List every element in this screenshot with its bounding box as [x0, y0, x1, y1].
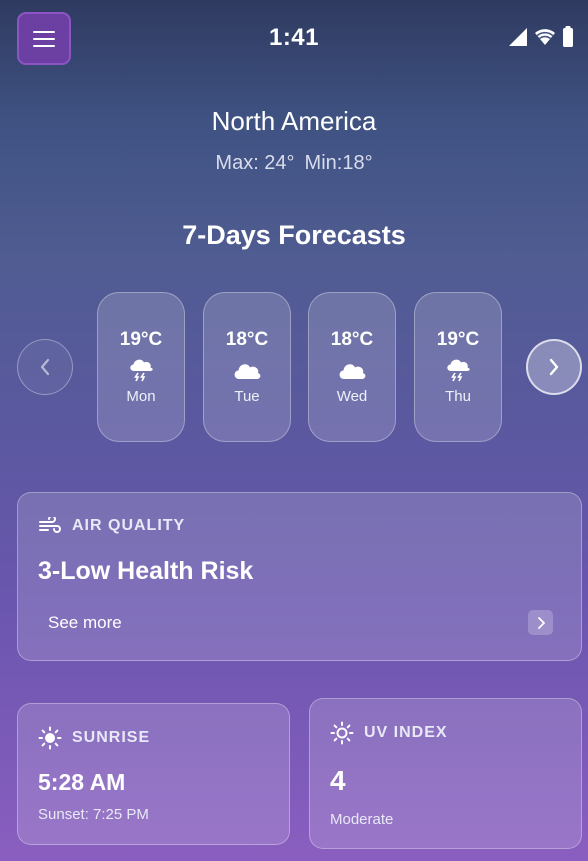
forecast-title: 7-Days Forecasts	[182, 220, 406, 250]
sunrise-card: SUNRISE 5:28 AM Sunset: 7:25 PM	[17, 703, 290, 845]
uv-index-label: UV INDEX	[364, 724, 448, 741]
air-quality-label: AIR QUALITY	[72, 517, 186, 534]
sunset-time: Sunset: 7:25 PM	[38, 806, 149, 823]
forecast-day-card[interactable]: 18°C Tue	[203, 292, 291, 442]
status-icons	[508, 26, 574, 48]
forecast-day-card[interactable]: 18°C Wed	[308, 292, 396, 442]
day-temperature: 19°C	[436, 329, 480, 350]
chevron-left-icon	[40, 358, 50, 376]
battery-icon	[563, 26, 573, 47]
status-time: 1:41	[268, 24, 320, 51]
chevron-right-icon	[549, 358, 559, 376]
uv-index-level: Moderate	[330, 811, 394, 828]
air-quality-card: AIR QUALITY 3-Low Health Risk See more	[17, 492, 582, 661]
uv-index-card: UV INDEX 4 Moderate	[309, 698, 582, 849]
wind-icon	[39, 517, 61, 533]
day-name: Tue	[234, 388, 260, 405]
day-name: Mon	[126, 388, 156, 405]
wifi-icon	[535, 29, 555, 45]
location-name: North America	[211, 106, 377, 136]
min-temperature: Min:18°	[304, 152, 373, 174]
sunrise-time: 5:28 AM	[38, 769, 126, 795]
forecast-day-card[interactable]: 19°C Mon	[97, 292, 185, 442]
chevron-right-icon	[537, 616, 545, 629]
forecast-prev-button[interactable]	[17, 339, 73, 395]
day-name: Thu	[445, 388, 471, 405]
sun-outline-icon	[330, 721, 354, 745]
day-name: Wed	[336, 388, 368, 405]
uv-index-value: 4	[330, 765, 346, 796]
cloud-icon	[337, 357, 367, 383]
thunderstorm-icon	[444, 357, 472, 383]
day-temperature: 18°C	[330, 329, 374, 350]
air-quality-header: AIR QUALITY	[38, 517, 185, 535]
cloud-icon	[232, 357, 262, 383]
max-temperature: Max: 24°	[215, 152, 295, 174]
day-temperature: 18°C	[225, 329, 269, 350]
forecast-next-button[interactable]	[526, 339, 582, 395]
see-more-button[interactable]	[528, 610, 553, 635]
uv-index-header: UV INDEX	[330, 721, 448, 745]
day-temperature: 19°C	[119, 329, 163, 350]
temperature-range: Max: 24° Min:18°	[0, 152, 588, 175]
see-more-link[interactable]: See more	[48, 613, 122, 633]
signal-icon	[509, 28, 527, 46]
sunrise-header: SUNRISE	[38, 726, 150, 750]
thunderstorm-icon	[127, 357, 155, 383]
sunrise-label: SUNRISE	[72, 729, 151, 746]
sun-icon	[38, 726, 62, 750]
air-quality-value: 3-Low Health Risk	[38, 557, 254, 585]
forecast-day-card[interactable]: 19°C Thu	[414, 292, 502, 442]
